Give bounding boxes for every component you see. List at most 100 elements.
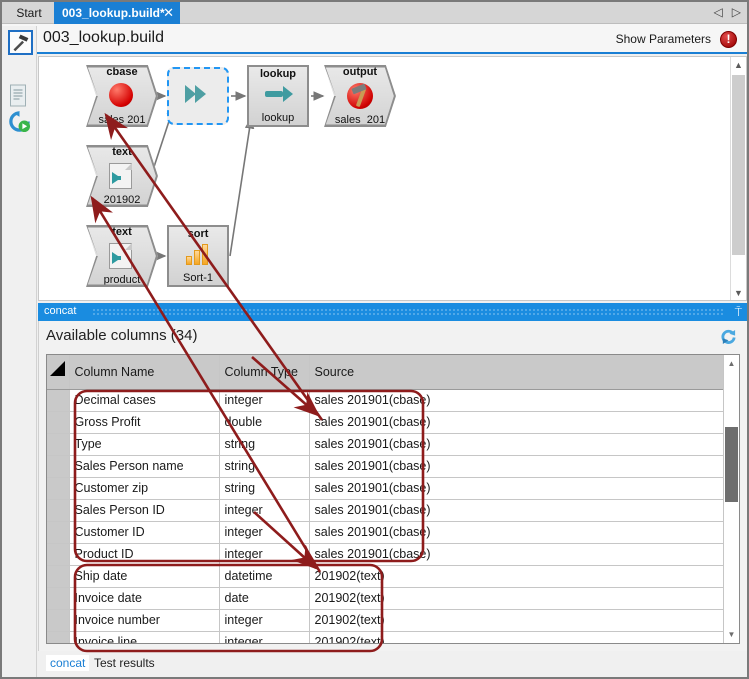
cell-name[interactable]: Customer ID [69, 521, 219, 543]
tab-start[interactable]: Start [6, 2, 52, 24]
cell-source[interactable]: 201902(text) [309, 609, 724, 631]
cell-name[interactable]: Type [69, 433, 219, 455]
table-row[interactable]: Typestringsales 201901(cbase) [47, 433, 724, 455]
refresh-icon[interactable] [720, 329, 737, 345]
grid-corner-select-all[interactable] [47, 355, 69, 389]
table-row[interactable]: Sales Person IDintegersales 201901(cbase… [47, 499, 724, 521]
cell-source[interactable]: sales 201901(cbase) [309, 521, 724, 543]
grid-scroll-down-icon[interactable]: ▼ [724, 626, 739, 643]
scroll-down-icon[interactable]: ▼ [731, 285, 746, 301]
cell-type[interactable]: integer [219, 609, 309, 631]
node-output[interactable]: output sales_201 [324, 65, 396, 127]
column-header-column-type[interactable]: Column Type [219, 355, 309, 389]
tab-test-results[interactable]: Test results [90, 655, 159, 671]
cell-type[interactable]: string [219, 477, 309, 499]
cell-source[interactable]: 201902(text) [309, 565, 724, 587]
cell-source[interactable]: sales 201901(cbase) [309, 433, 724, 455]
cell-name[interactable]: Decimal cases [69, 389, 219, 411]
cell-name[interactable]: Ship date [69, 565, 219, 587]
cell-type[interactable]: string [219, 433, 309, 455]
cell-type[interactable]: date [219, 587, 309, 609]
panel-drag-grip[interactable] [92, 308, 723, 317]
row-header-cell[interactable] [47, 631, 69, 644]
cell-name[interactable]: Sales Person name [69, 455, 219, 477]
row-header-cell[interactable] [47, 499, 69, 521]
cell-type[interactable]: double [219, 411, 309, 433]
row-header-cell[interactable] [47, 587, 69, 609]
concat-panel-header[interactable]: concat ⍑ [38, 303, 747, 321]
cell-type[interactable]: integer [219, 631, 309, 644]
row-header-cell[interactable] [47, 609, 69, 631]
cell-type[interactable]: string [219, 455, 309, 477]
canvas-scroll-thumb[interactable] [732, 75, 745, 255]
cell-type[interactable]: integer [219, 543, 309, 565]
table-row[interactable]: Invoice numberinteger201902(text) [47, 609, 724, 631]
output-hammer-icon [347, 83, 373, 109]
node-cbase[interactable]: cbase sales 201 [86, 65, 158, 127]
tab-003-lookup-build[interactable]: 003_lookup.build* ✕ [54, 2, 180, 24]
build-tool-icon[interactable] [8, 30, 33, 55]
cell-type[interactable]: integer [219, 521, 309, 543]
panel-tab-strip: concat Test results [38, 652, 747, 674]
cell-source[interactable]: sales 201901(cbase) [309, 543, 724, 565]
tab-concat[interactable]: concat [46, 655, 89, 671]
row-header-cell[interactable] [47, 477, 69, 499]
scroll-up-icon[interactable]: ▲ [731, 57, 746, 74]
cell-name[interactable]: Invoice number [69, 609, 219, 631]
table-row[interactable]: Gross Profitdoublesales 201901(cbase) [47, 411, 724, 433]
cell-name[interactable]: Invoice line [69, 631, 219, 644]
table-row[interactable]: Customer IDintegersales 201901(cbase) [47, 521, 724, 543]
grid-scroll-thumb[interactable] [725, 427, 738, 502]
pin-icon[interactable]: ⍑ [735, 305, 742, 319]
cell-source[interactable]: sales 201901(cbase) [309, 499, 724, 521]
row-header-cell[interactable] [47, 389, 69, 411]
column-header-column-name[interactable]: Column Name [69, 355, 219, 389]
cell-type[interactable]: integer [219, 499, 309, 521]
columns-grid[interactable]: Column Name Column Type Source Decimal c… [46, 354, 740, 644]
table-row[interactable]: Product IDintegersales 201901(cbase) [47, 543, 724, 565]
row-header-cell[interactable] [47, 455, 69, 477]
node-sort[interactable]: sort Sort-1 [167, 225, 229, 287]
chevron-left-icon[interactable]: ◁ [714, 5, 723, 19]
cell-source[interactable]: 201902(text) [309, 631, 724, 644]
cell-name[interactable]: Sales Person ID [69, 499, 219, 521]
cell-name[interactable]: Gross Profit [69, 411, 219, 433]
history-icon[interactable] [8, 110, 33, 135]
show-parameters-link[interactable]: Show Parameters [616, 32, 711, 46]
tab-navigation: ◁ ▷ [714, 5, 741, 19]
cell-source[interactable]: 201902(text) [309, 587, 724, 609]
row-header-cell[interactable] [47, 433, 69, 455]
table-row[interactable]: Sales Person namestringsales 201901(cbas… [47, 455, 724, 477]
cell-source[interactable]: sales 201901(cbase) [309, 411, 724, 433]
chevron-right-icon[interactable]: ▷ [732, 5, 741, 19]
table-row[interactable]: Customer zipstringsales 201901(cbase) [47, 477, 724, 499]
cell-name[interactable]: Product ID [69, 543, 219, 565]
cell-type[interactable]: integer [219, 389, 309, 411]
row-header-cell[interactable] [47, 411, 69, 433]
node-text-201902[interactable]: text 201902 [86, 145, 158, 207]
column-header-source[interactable]: Source [309, 355, 724, 389]
cell-source[interactable]: sales 201901(cbase) [309, 455, 724, 477]
cell-name[interactable]: Customer zip [69, 477, 219, 499]
cell-type[interactable]: datetime [219, 565, 309, 587]
cell-name[interactable]: Invoice date [69, 587, 219, 609]
error-badge-icon[interactable]: ! [720, 31, 737, 48]
row-header-cell[interactable] [47, 543, 69, 565]
table-row[interactable]: Ship datedatetime201902(text) [47, 565, 724, 587]
table-row[interactable]: Decimal casesintegersales 201901(cbase) [47, 389, 724, 411]
cell-source[interactable]: sales 201901(cbase) [309, 477, 724, 499]
canvas-vertical-scrollbar[interactable]: ▲ ▼ [730, 57, 746, 301]
flow-canvas[interactable]: cbase sales 201 lookup lookup output sal… [38, 56, 747, 301]
node-concat[interactable] [167, 67, 229, 125]
node-lookup[interactable]: lookup lookup [247, 65, 309, 127]
cell-source[interactable]: sales 201901(cbase) [309, 389, 724, 411]
table-row[interactable]: Invoice lineinteger201902(text) [47, 631, 724, 644]
grid-scroll-up-icon[interactable]: ▲ [724, 355, 739, 372]
grid-vertical-scrollbar[interactable]: ▲ ▼ [723, 355, 739, 643]
document-icon[interactable] [8, 84, 33, 109]
close-icon[interactable]: ✕ [163, 5, 174, 21]
node-text-product[interactable]: text product [86, 225, 158, 287]
row-header-cell[interactable] [47, 521, 69, 543]
table-row[interactable]: Invoice datedate201902(text) [47, 587, 724, 609]
row-header-cell[interactable] [47, 565, 69, 587]
